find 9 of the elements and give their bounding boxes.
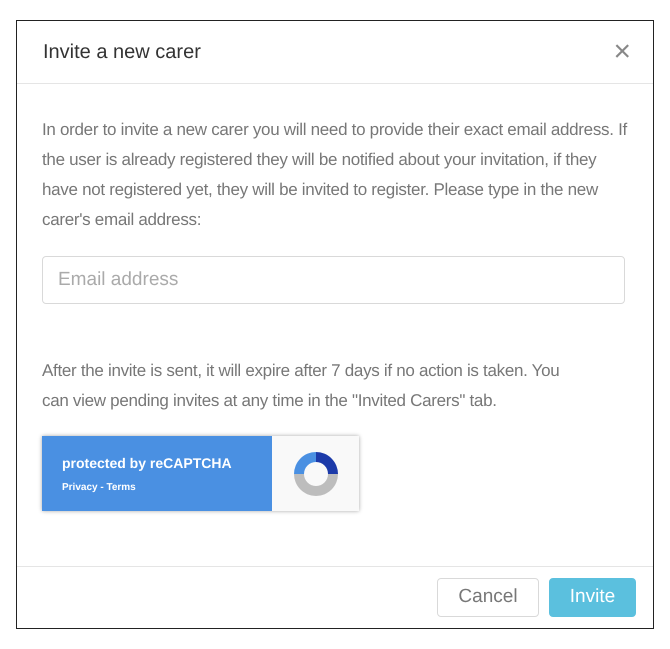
invite-button[interactable]: Invite: [549, 578, 636, 617]
instructions-text: In order to invite a new carer you will need to provide their exact email address. If the user is already registered they will be notified about your invitation, if they have not registered yet, they will be invited to register. Please type in the new carer's email address:: [42, 119, 628, 231]
close-button[interactable]: ×: [613, 37, 631, 67]
dialog-title: Invite a new carer: [43, 40, 201, 65]
email-field[interactable]: Email address: [42, 256, 625, 304]
recaptcha-label: protected by reCAPTCHA: [62, 454, 233, 473]
privacy-terms-link[interactable]: Privacy - Terms: [62, 480, 272, 494]
expiry-note: After the invite is sent, it will expire after 7 days if no action is taken. You can view pending invites at any time in the "Invited Carers" tab.: [42, 360, 560, 412]
cancel-button[interactable]: Cancel: [437, 578, 539, 617]
